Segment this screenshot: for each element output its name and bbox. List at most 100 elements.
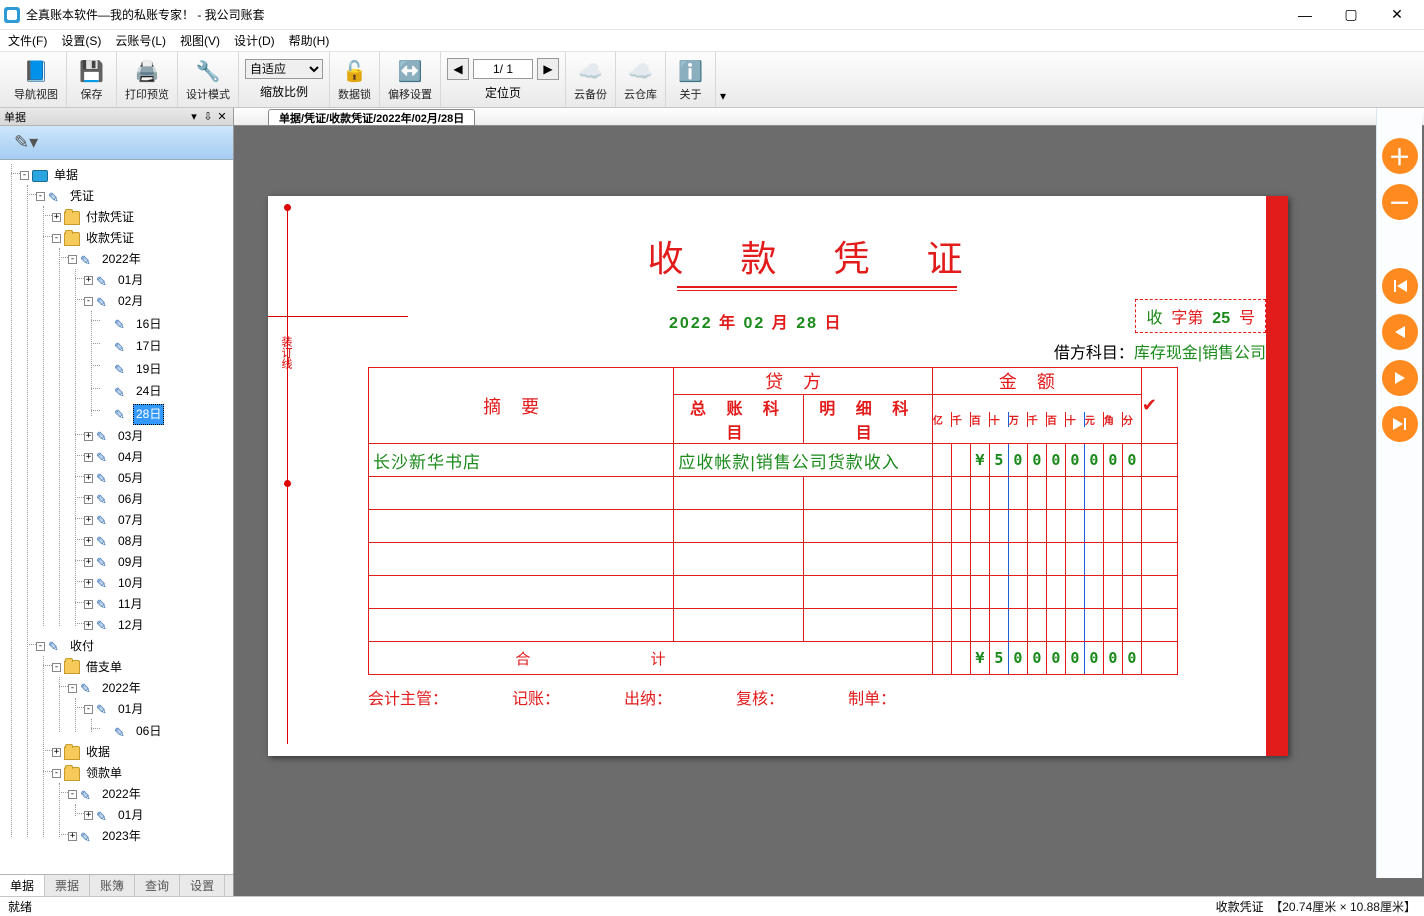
toolbar-page-group: ◀ ▶ 定位页 [441, 52, 566, 107]
next-record-button[interactable] [1382, 360, 1418, 396]
tree-view[interactable]: -单据 -凭证 +付款凭证 -收款凭证 -2022年 +01月 [0, 160, 233, 874]
side-tab-set[interactable]: 设置 [180, 875, 225, 896]
side-tab-cha[interactable]: 查询 [135, 875, 180, 896]
side-tab-dan[interactable]: 单据 [0, 875, 45, 896]
tree-m05[interactable]: +05月 [84, 469, 146, 488]
tree-m10[interactable]: +10月 [84, 574, 146, 593]
side-pin[interactable]: ⇩ [201, 110, 215, 123]
tree-loan[interactable]: -借支单 [52, 658, 125, 677]
document-tab[interactable]: 单据/凭证/收款凭证/2022年/02月/28日 [268, 109, 475, 125]
tree-m11[interactable]: +11月 [84, 595, 145, 614]
th-credit: 贷方 [674, 368, 933, 395]
page-of-input[interactable] [473, 59, 533, 79]
tree-m03[interactable]: +03月 [84, 427, 146, 446]
toolbar-about[interactable]: ℹ️ 关于 [666, 52, 716, 107]
tree-d17[interactable]: 17日 [100, 337, 164, 356]
first-record-button[interactable] [1382, 268, 1418, 304]
menu-design[interactable]: 设计(D) [234, 32, 275, 49]
toolbar-cloud-backup[interactable]: ☁️ 云备份 [566, 52, 616, 107]
total-label: 合计 [369, 642, 933, 675]
page-prev-button[interactable]: ◀ [447, 58, 469, 80]
tree-m12[interactable]: +12月 [84, 616, 146, 635]
page-next-button[interactable]: ▶ [537, 58, 559, 80]
side-close[interactable]: ✕ [215, 110, 229, 123]
info-icon: ℹ️ [677, 58, 705, 86]
tree-m06[interactable]: +06月 [84, 490, 146, 509]
tree-2022[interactable]: -2022年 [68, 250, 144, 269]
toolbar-design-mode[interactable]: 🔧 设计模式 [178, 52, 239, 107]
toolbar-zoom-group: 自适应 缩放比例 [239, 52, 330, 107]
tree-m01[interactable]: +01月 [84, 271, 146, 290]
menu-view[interactable]: 视图(V) [180, 32, 220, 49]
canvas[interactable]: 装订线 附单据张 收 款 凭 证 x 2022 年 02 月 28 日 收 [234, 126, 1424, 896]
toolbar-printpv-label: 打印预览 [125, 86, 169, 102]
tree-cashnote[interactable]: -领款单 [52, 764, 125, 783]
last-record-button[interactable] [1382, 406, 1418, 442]
tree-m07[interactable]: +07月 [84, 511, 146, 530]
voucher-paper: 装订线 附单据张 收 款 凭 证 x 2022 年 02 月 28 日 收 [268, 196, 1288, 756]
maximize-button[interactable]: ▢ [1328, 0, 1374, 30]
tree-m04[interactable]: +04月 [84, 448, 146, 467]
tree-m02[interactable]: -02月 [84, 292, 146, 311]
tree-loan-d06[interactable]: 06日 [100, 722, 164, 741]
minimize-button[interactable]: — [1282, 0, 1328, 30]
toolbar-design-label: 设计模式 [186, 86, 230, 102]
tree-m08[interactable]: +08月 [84, 532, 146, 551]
toolbar-locate-label: 定位页 [447, 84, 559, 101]
zoom-out-button[interactable]: － [1382, 184, 1418, 220]
toolbar-save-label: 保存 [81, 86, 103, 102]
toolbar-save[interactable]: 💾 保存 [67, 52, 117, 107]
th-ming: 明 细 科 目 [803, 395, 932, 444]
zoom-in-button[interactable]: ＋ [1382, 138, 1418, 174]
side-title: 单据 [4, 109, 187, 125]
cloud-up-icon: ☁️ [577, 58, 605, 86]
row1-account: 应收帐款|销售公司货款收入 [674, 444, 933, 477]
tree-root[interactable]: -单据 [20, 166, 81, 185]
side-tab-piao[interactable]: 票据 [45, 875, 90, 896]
tree-receipts-pay[interactable]: -收付 [36, 637, 97, 656]
voucher-date: 2022 年 02 月 28 日 [669, 309, 842, 333]
menu-file[interactable]: 文件(F) [8, 32, 47, 49]
tree-loan-2022[interactable]: -2022年 [68, 679, 144, 698]
tree-d24[interactable]: 24日 [100, 382, 164, 401]
toolbar-nav-view[interactable]: 📘 导航视图 [6, 52, 67, 107]
tree-loan-m01[interactable]: -01月 [84, 700, 146, 719]
document-tab-bar: 单据/凭证/收款凭证/2022年/02月/28日 ▾ ✕ [234, 108, 1424, 126]
side-tab-zhang[interactable]: 账簿 [90, 875, 135, 896]
tree-d16[interactable]: 16日 [100, 315, 164, 334]
side-dropdown[interactable]: ▾ [187, 110, 201, 123]
tree-m09[interactable]: +09月 [84, 553, 146, 572]
voucher-table: 摘要 贷方 金额 ✔ 总 账 科 目 明 细 科 目 亿千百十万千百十元角分 [368, 367, 1178, 675]
arrows-icon: ↔️ [396, 58, 424, 86]
menu-settings[interactable]: 设置(S) [61, 32, 101, 49]
tree-d28[interactable]: 28日 [100, 404, 164, 425]
toolbar-lock-label: 数据锁 [338, 86, 371, 102]
prev-record-button[interactable] [1382, 314, 1418, 350]
toolbar-print-preview[interactable]: 🖨️ 打印预览 [117, 52, 178, 107]
toolbar-cloud-store[interactable]: ☁️ 云仓库 [616, 52, 666, 107]
status-ready: 就绪 [8, 898, 32, 915]
tree-cashnote-2023[interactable]: +2023年 [68, 827, 144, 846]
tree-d19[interactable]: 19日 [100, 360, 164, 379]
close-button[interactable]: ✕ [1374, 0, 1420, 30]
foot-jz: 记账： [512, 685, 560, 709]
toolbar-overflow[interactable]: ▾ [716, 52, 730, 107]
toolbar-data-lock[interactable]: 🔓 数据锁 [330, 52, 380, 107]
toolbar-offset-settings[interactable]: ↔️ 偏移设置 [380, 52, 441, 107]
tree-income[interactable]: +收据 [52, 743, 113, 762]
menu-cloud[interactable]: 云账号(L) [115, 32, 166, 49]
wrench-icon: 🔧 [194, 58, 222, 86]
pencil-icon[interactable]: ✎▾ [14, 132, 38, 153]
cloud-db-icon: ☁️ [627, 58, 655, 86]
tree-payment[interactable]: +付款凭证 [52, 208, 137, 227]
tree-cashnote-m01[interactable]: +01月 [84, 806, 146, 825]
zoom-combo[interactable]: 自适应 [245, 59, 323, 79]
side-header: 单据 ▾ ⇩ ✕ [0, 108, 233, 126]
tree-receipt[interactable]: -收款凭证 [52, 229, 137, 248]
side-panel: 单据 ▾ ⇩ ✕ ✎▾ -单据 -凭证 +付款凭证 -收款凭证 [0, 108, 234, 896]
tree-voucher[interactable]: -凭证 [36, 187, 97, 206]
menu-help[interactable]: 帮助(H) [289, 32, 330, 49]
tree-cashnote-2022[interactable]: -2022年 [68, 785, 144, 804]
row1-summary: 长沙新华书店 [369, 444, 674, 477]
right-float-toolbar: ＋ － [1376, 108, 1422, 878]
